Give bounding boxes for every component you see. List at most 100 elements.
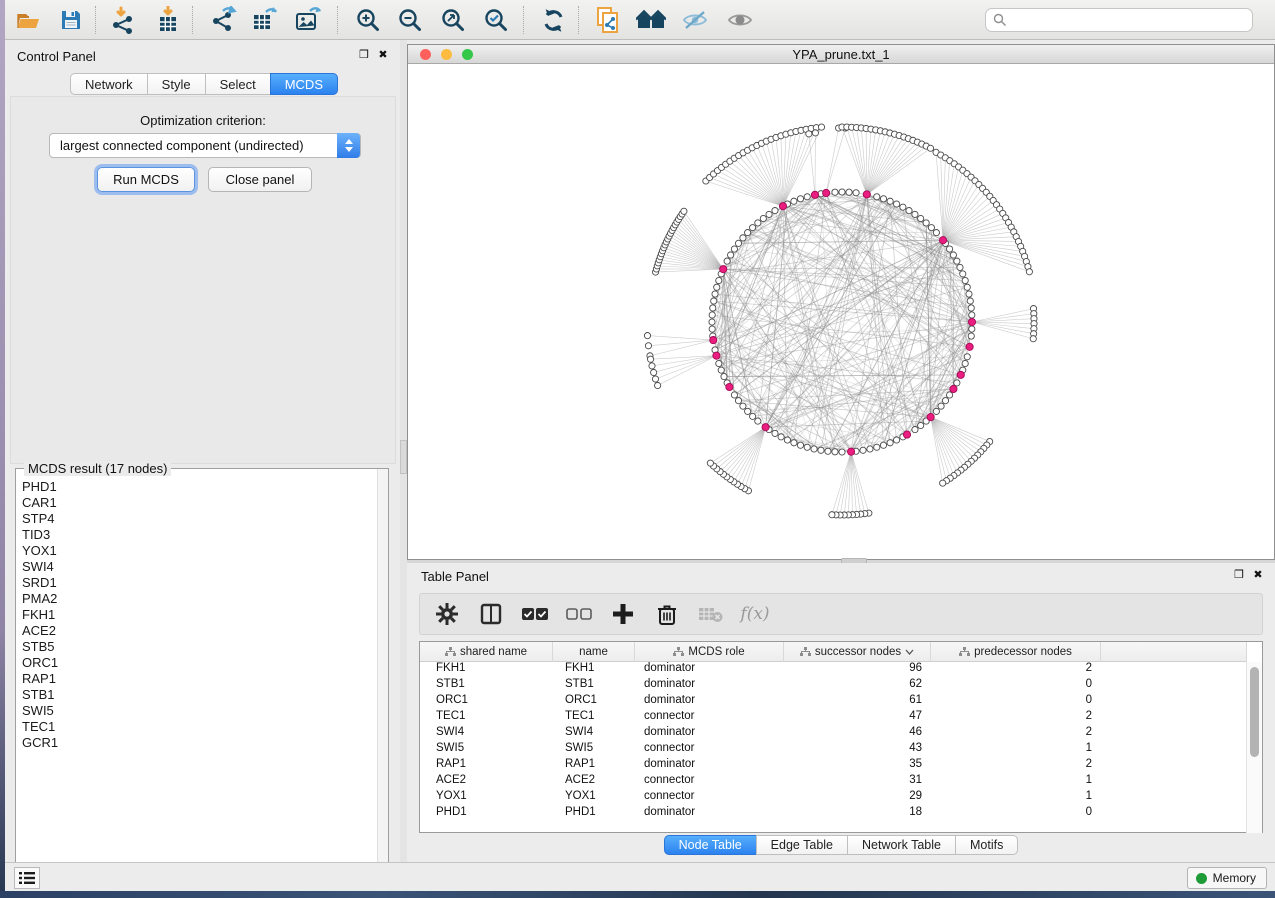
- cell-shared-name[interactable]: ACE2: [420, 774, 553, 790]
- close-table-panel-icon[interactable]: ✖: [1252, 570, 1264, 582]
- cell-shared-name[interactable]: RAP1: [420, 758, 553, 774]
- result-list-item[interactable]: SWI4: [22, 559, 372, 575]
- cell-shared-name[interactable]: FKH1: [420, 662, 553, 678]
- table-row[interactable]: PHD1PHD1dominator180: [420, 806, 1247, 822]
- vertical-splitter[interactable]: [400, 40, 407, 862]
- table-scrollbar-thumb[interactable]: [1250, 667, 1259, 757]
- cell-shared-name[interactable]: YOX1: [420, 790, 553, 806]
- first-neighbors-icon[interactable]: [634, 4, 668, 36]
- cell-MCDS-role[interactable]: dominator: [635, 694, 784, 710]
- cell-predecessor-nodes[interactable]: 1: [931, 790, 1101, 806]
- result-list-item[interactable]: ORC1: [22, 655, 372, 671]
- delete-table-icon[interactable]: [698, 601, 724, 627]
- table-scrollbar[interactable]: [1246, 662, 1262, 833]
- mcds-result-list[interactable]: PHD1CAR1STP4TID3YOX1SWI4SRD1PMA2FKH1ACE2…: [16, 471, 372, 869]
- result-list-item[interactable]: SRD1: [22, 575, 372, 591]
- table-row[interactable]: STB1STB1dominator620: [420, 678, 1247, 694]
- open-file-icon[interactable]: [11, 4, 45, 36]
- cell-shared-name[interactable]: TEC1: [420, 710, 553, 726]
- cell-successor-nodes[interactable]: 29: [784, 790, 931, 806]
- result-list-item[interactable]: CAR1: [22, 495, 372, 511]
- import-network-icon[interactable]: [106, 4, 140, 36]
- zoom-in-icon[interactable]: [351, 4, 385, 36]
- cell-predecessor-nodes[interactable]: 2: [931, 726, 1101, 742]
- result-list-item[interactable]: FKH1: [22, 607, 372, 623]
- export-image-icon[interactable]: [291, 4, 325, 36]
- cell-successor-nodes[interactable]: 47: [784, 710, 931, 726]
- import-table-icon[interactable]: [151, 4, 185, 36]
- run-mcds-button[interactable]: Run MCDS: [97, 167, 195, 192]
- tab-network[interactable]: Network: [70, 73, 147, 95]
- show-panels-list-icon[interactable]: [14, 867, 40, 889]
- cell-name[interactable]: RAP1: [553, 758, 635, 774]
- table-row[interactable]: FKH1FKH1dominator962: [420, 662, 1247, 678]
- cell-predecessor-nodes[interactable]: 2: [931, 662, 1101, 678]
- table-row[interactable]: ACE2ACE2connector311: [420, 774, 1247, 790]
- cell-MCDS-role[interactable]: connector: [635, 790, 784, 806]
- tab-mcds[interactable]: MCDS: [270, 73, 338, 95]
- cell-MCDS-role[interactable]: connector: [635, 710, 784, 726]
- column-header-name[interactable]: name: [553, 642, 635, 662]
- table-row[interactable]: ORC1ORC1dominator610: [420, 694, 1247, 710]
- export-table-icon[interactable]: [248, 4, 282, 36]
- select-all-rows-icon[interactable]: [522, 601, 548, 627]
- result-list-item[interactable]: SWI5: [22, 703, 372, 719]
- delete-column-trash-icon[interactable]: [654, 601, 680, 627]
- cell-successor-nodes[interactable]: 31: [784, 774, 931, 790]
- result-list-item[interactable]: TID3: [22, 527, 372, 543]
- search-input[interactable]: [985, 8, 1253, 32]
- result-list-item[interactable]: YOX1: [22, 543, 372, 559]
- table-row[interactable]: TEC1TEC1connector472: [420, 710, 1247, 726]
- cell-name[interactable]: PHD1: [553, 806, 635, 822]
- table-row[interactable]: YOX1YOX1connector291: [420, 790, 1247, 806]
- cell-name[interactable]: SWI4: [553, 726, 635, 742]
- column-header-predecessor-nodes[interactable]: predecessor nodes: [931, 642, 1101, 662]
- cell-shared-name[interactable]: SWI4: [420, 726, 553, 742]
- cell-successor-nodes[interactable]: 46: [784, 726, 931, 742]
- cell-MCDS-role[interactable]: dominator: [635, 806, 784, 822]
- memory-button[interactable]: Memory: [1187, 867, 1267, 889]
- result-list-scrollbar[interactable]: [377, 469, 388, 869]
- cell-successor-nodes[interactable]: 61: [784, 694, 931, 710]
- result-list-item[interactable]: STP4: [22, 511, 372, 527]
- hide-selected-icon[interactable]: [678, 4, 712, 36]
- table-row[interactable]: SWI5SWI5connector431: [420, 742, 1247, 758]
- table-row[interactable]: SWI4SWI4dominator462: [420, 726, 1247, 742]
- float-panel-icon[interactable]: ❒: [358, 50, 370, 62]
- cell-shared-name[interactable]: SWI5: [420, 742, 553, 758]
- add-column-icon[interactable]: [610, 601, 636, 627]
- cell-predecessor-nodes[interactable]: 1: [931, 742, 1101, 758]
- cell-predecessor-nodes[interactable]: 0: [931, 694, 1101, 710]
- result-list-item[interactable]: STB1: [22, 687, 372, 703]
- result-list-item[interactable]: ACE2: [22, 623, 372, 639]
- close-panel-button[interactable]: Close panel: [208, 167, 312, 192]
- cell-name[interactable]: FKH1: [553, 662, 635, 678]
- table-settings-gear-icon[interactable]: [434, 601, 460, 627]
- cell-MCDS-role[interactable]: dominator: [635, 678, 784, 694]
- cell-shared-name[interactable]: PHD1: [420, 806, 553, 822]
- cell-MCDS-role[interactable]: connector: [635, 742, 784, 758]
- tab-motifs[interactable]: Motifs: [955, 835, 1018, 855]
- show-all-icon[interactable]: [723, 4, 757, 36]
- cell-successor-nodes[interactable]: 35: [784, 758, 931, 774]
- save-session-icon[interactable]: [54, 4, 88, 36]
- cell-name[interactable]: TEC1: [553, 710, 635, 726]
- cell-successor-nodes[interactable]: 43: [784, 742, 931, 758]
- cell-predecessor-nodes[interactable]: 0: [931, 806, 1101, 822]
- cell-MCDS-role[interactable]: dominator: [635, 726, 784, 742]
- network-window-titlebar[interactable]: YPA_prune.txt_1: [408, 45, 1274, 64]
- deselect-all-rows-icon[interactable]: [566, 601, 592, 627]
- cell-name[interactable]: ORC1: [553, 694, 635, 710]
- result-list-item[interactable]: STB5: [22, 639, 372, 655]
- tab-node-table[interactable]: Node Table: [664, 835, 756, 855]
- cell-successor-nodes[interactable]: 18: [784, 806, 931, 822]
- result-list-item[interactable]: PHD1: [22, 479, 372, 495]
- cell-MCDS-role[interactable]: dominator: [635, 662, 784, 678]
- cell-shared-name[interactable]: STB1: [420, 678, 553, 694]
- tab-network-table[interactable]: Network Table: [847, 835, 955, 855]
- cell-shared-name[interactable]: ORC1: [420, 694, 553, 710]
- cell-predecessor-nodes[interactable]: 0: [931, 678, 1101, 694]
- refresh-layout-icon[interactable]: [536, 4, 570, 36]
- close-panel-icon[interactable]: ✖: [377, 50, 389, 62]
- column-header-MCDS-role[interactable]: MCDS role: [635, 642, 784, 662]
